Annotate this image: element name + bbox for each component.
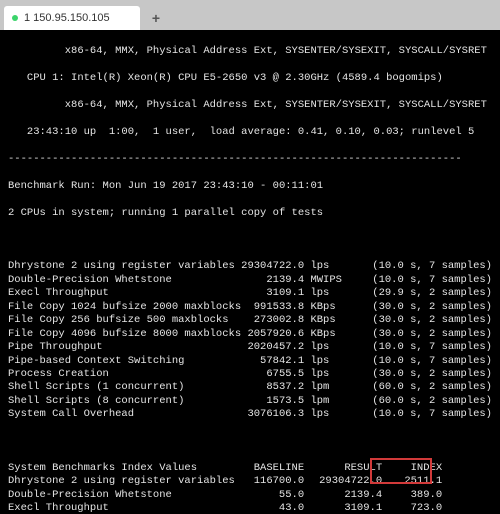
terminal-output: x86-64, MMX, Physical Address Ext, SYSEN… [0, 30, 500, 514]
cpu-info-line: x86-64, MMX, Physical Address Ext, SYSEN… [8, 99, 492, 112]
run-info: 2 CPUs in system; running 1 parallel cop… [8, 207, 492, 220]
new-tab-button[interactable]: + [144, 6, 168, 30]
result-row: File Copy 4096 bufsize 8000 maxblocks205… [8, 328, 492, 341]
result-row: File Copy 256 bufsize 500 maxblocks27300… [8, 314, 492, 327]
result-row: Process Creation6755.5 lps(30.0 s, 2 sam… [8, 368, 492, 381]
tab-bar: 1 150.95.150.105 + [0, 0, 500, 30]
result-row: Shell Scripts (8 concurrent)1573.5 lpm(6… [8, 395, 492, 408]
cpu-info-line: x86-64, MMX, Physical Address Ext, SYSEN… [8, 45, 492, 58]
col-title: System Benchmarks Index Values [8, 462, 241, 475]
result-row: File Copy 1024 bufsize 2000 maxblocks991… [8, 301, 492, 314]
status-dot-icon [12, 15, 18, 21]
plus-icon: + [152, 10, 160, 26]
uptime-line: 23:43:10 up 1:00, 1 user, load average: … [8, 126, 492, 139]
result-row: Dhrystone 2 using register variables2930… [8, 260, 492, 273]
result-row: System Call Overhead3076106.3 lps(10.0 s… [8, 408, 492, 421]
tab-session[interactable]: 1 150.95.150.105 [4, 6, 140, 30]
result-row: Execl Throughput3109.1 lps(29.9 s, 2 sam… [8, 287, 492, 300]
results-table: Dhrystone 2 using register variables2930… [8, 260, 492, 421]
run-info: Benchmark Run: Mon Jun 19 2017 23:43:10 … [8, 180, 492, 193]
tab-label: 1 150.95.150.105 [24, 12, 110, 24]
result-row: Pipe Throughput2020457.2 lps(10.0 s, 7 s… [8, 341, 492, 354]
highlight-box [370, 458, 432, 484]
result-row: Double-Precision Whetstone2139.4 MWIPS(1… [8, 274, 492, 287]
index-row: Execl Throughput43.03109.1723.0 [8, 502, 442, 514]
separator: ----------------------------------------… [8, 153, 492, 166]
result-row: Shell Scripts (1 concurrent)8537.2 lpm(6… [8, 381, 492, 394]
index-row: Double-Precision Whetstone55.02139.4389.… [8, 489, 442, 502]
col-baseline: BASELINE [241, 462, 304, 475]
result-row: Pipe-based Context Switching57842.1 lps(… [8, 355, 492, 368]
cpu-info-line: CPU 1: Intel(R) Xeon(R) CPU E5-2650 v3 @… [8, 72, 492, 85]
